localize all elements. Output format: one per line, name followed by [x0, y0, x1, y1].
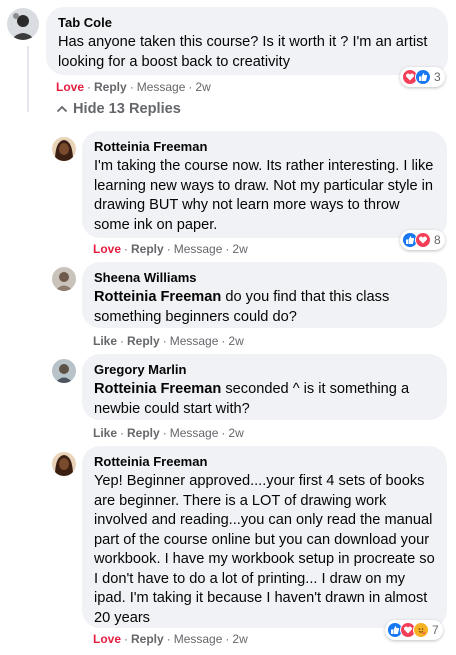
comment-text: Rotteinia Freeman do you find that this …: [94, 289, 390, 325]
reaction-count: 3: [434, 70, 441, 84]
hide-replies-button[interactable]: Hide 13 Replies: [56, 101, 181, 117]
comment-author[interactable]: Tab Cole: [58, 15, 436, 31]
timestamp[interactable]: 2w: [228, 334, 243, 348]
comment-author[interactable]: Sheena Williams: [94, 270, 435, 286]
comment-actions: Like · Reply · Message · 2w: [93, 426, 244, 440]
comment-bubble: Gregory Marlin Rotteinia Freeman seconde…: [82, 354, 447, 420]
love-button[interactable]: Love: [93, 632, 121, 646]
reply-button[interactable]: Reply: [127, 334, 160, 348]
comment-actions: Love · Reply · Message · 2w: [93, 242, 248, 256]
avatar[interactable]: [7, 8, 39, 40]
comment-bubble: Sheena Williams Rotteinia Freeman do you…: [82, 262, 447, 328]
mention-link[interactable]: Rotteinia Freeman: [94, 381, 221, 397]
like-button[interactable]: Like: [93, 426, 117, 440]
love-button[interactable]: Love: [93, 242, 121, 256]
avatar[interactable]: [52, 359, 76, 383]
comment-actions: Love · Reply · Message · 2w: [93, 632, 248, 646]
message-link[interactable]: Message: [137, 80, 186, 94]
love-button[interactable]: Love: [56, 80, 84, 94]
reaction-summary[interactable]: 7: [385, 620, 443, 640]
comment-actions: Like · Reply · Message · 2w: [93, 334, 244, 348]
care-emoji-icon: [413, 622, 429, 638]
reaction-count: 7: [432, 623, 439, 637]
like-button[interactable]: Like: [93, 334, 117, 348]
comment-bubble: Rotteinia Freeman Yep! Beginner approved…: [82, 446, 447, 628]
reply-button[interactable]: Reply: [127, 426, 160, 440]
comment-author[interactable]: Rotteinia Freeman: [94, 139, 435, 155]
reaction-summary[interactable]: 8: [400, 230, 445, 250]
comment-bubble: Rotteinia Freeman I'm taking the course …: [82, 131, 447, 238]
message-link[interactable]: Message: [170, 426, 219, 440]
comment-text: Rotteinia Freeman seconded ^ is it somet…: [94, 381, 410, 417]
avatar[interactable]: [52, 267, 76, 291]
message-link[interactable]: Message: [170, 334, 219, 348]
message-link[interactable]: Message: [174, 632, 223, 646]
reply-button[interactable]: Reply: [131, 632, 164, 646]
comment-text: I'm taking the course now. Its rather in…: [94, 158, 434, 233]
thread-line: [27, 46, 29, 112]
reply-button[interactable]: Reply: [94, 80, 127, 94]
message-link[interactable]: Message: [174, 242, 223, 256]
comment-text: Yep! Beginner approved....your first 4 s…: [94, 473, 435, 626]
comment-text: Has anyone taken this course? Is it wort…: [58, 34, 428, 70]
timestamp[interactable]: 2w: [232, 242, 247, 256]
comment-author[interactable]: Gregory Marlin: [94, 362, 435, 378]
timestamp[interactable]: 2w: [228, 426, 243, 440]
comment-actions: Love · Reply · Message · 2w: [56, 80, 211, 94]
avatar[interactable]: [52, 452, 76, 476]
timestamp[interactable]: 2w: [195, 80, 210, 94]
chevron-up-icon: [56, 102, 70, 116]
avatar[interactable]: [52, 137, 76, 161]
heart-icon: [415, 232, 431, 248]
hide-replies-label: Hide 13 Replies: [73, 101, 181, 117]
reaction-count: 8: [434, 233, 441, 247]
comment-author[interactable]: Rotteinia Freeman: [94, 454, 435, 470]
timestamp[interactable]: 2w: [232, 632, 247, 646]
reply-button[interactable]: Reply: [131, 242, 164, 256]
mention-link[interactable]: Rotteinia Freeman: [94, 289, 221, 305]
reaction-summary[interactable]: 3: [400, 67, 445, 87]
thumbs-up-icon: [415, 69, 431, 85]
comment-bubble: Tab Cole Has anyone taken this course? I…: [46, 7, 448, 75]
